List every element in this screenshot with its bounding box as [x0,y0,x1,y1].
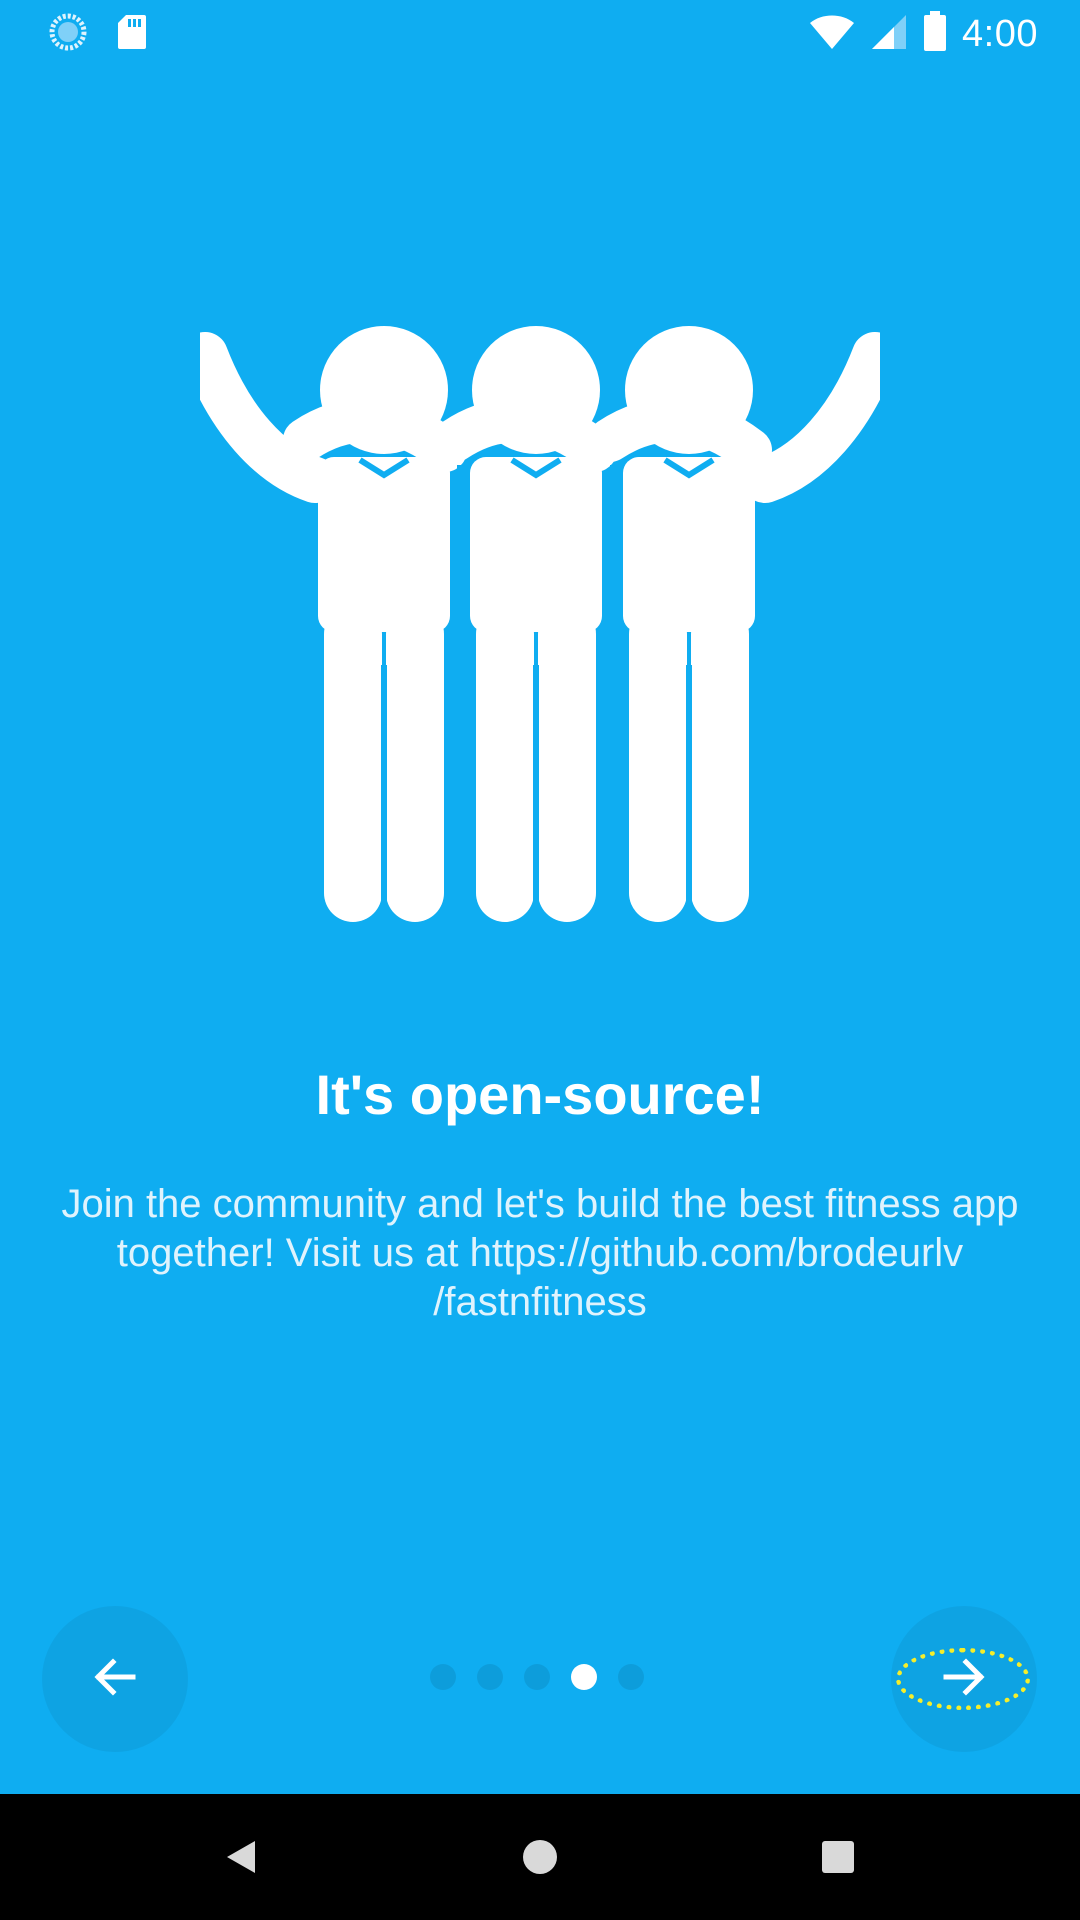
arrow-left-icon [91,1653,139,1706]
system-recents-icon[interactable] [805,1824,871,1890]
page-dot [430,1664,456,1690]
back-button[interactable] [42,1606,188,1752]
status-bar: 4:00 [0,0,1080,63]
page-dot [618,1664,644,1690]
intro-screen: 4:00 It's open-source! Join the communit… [0,0,1080,1794]
page-dot [477,1664,503,1690]
system-nav-bar [0,1794,1080,1920]
slide-title: It's open-source! [315,1063,765,1126]
cell-signal-icon [870,11,908,56]
sync-icon [48,12,88,57]
page-dot [524,1664,550,1690]
arrow-right-icon [940,1653,988,1706]
community-people-icon [182,325,898,935]
system-back-icon[interactable] [208,1824,274,1890]
sd-card-icon [116,13,148,56]
wifi-icon [808,11,856,56]
next-button[interactable] [891,1606,1037,1752]
page-dot-active [571,1664,597,1690]
status-time: 4:00 [962,12,1038,55]
system-home-icon[interactable] [507,1824,573,1890]
battery-icon [922,10,948,57]
slide-description: Join the community and let's build the b… [61,1182,1019,1324]
page-indicator [430,1664,644,1690]
